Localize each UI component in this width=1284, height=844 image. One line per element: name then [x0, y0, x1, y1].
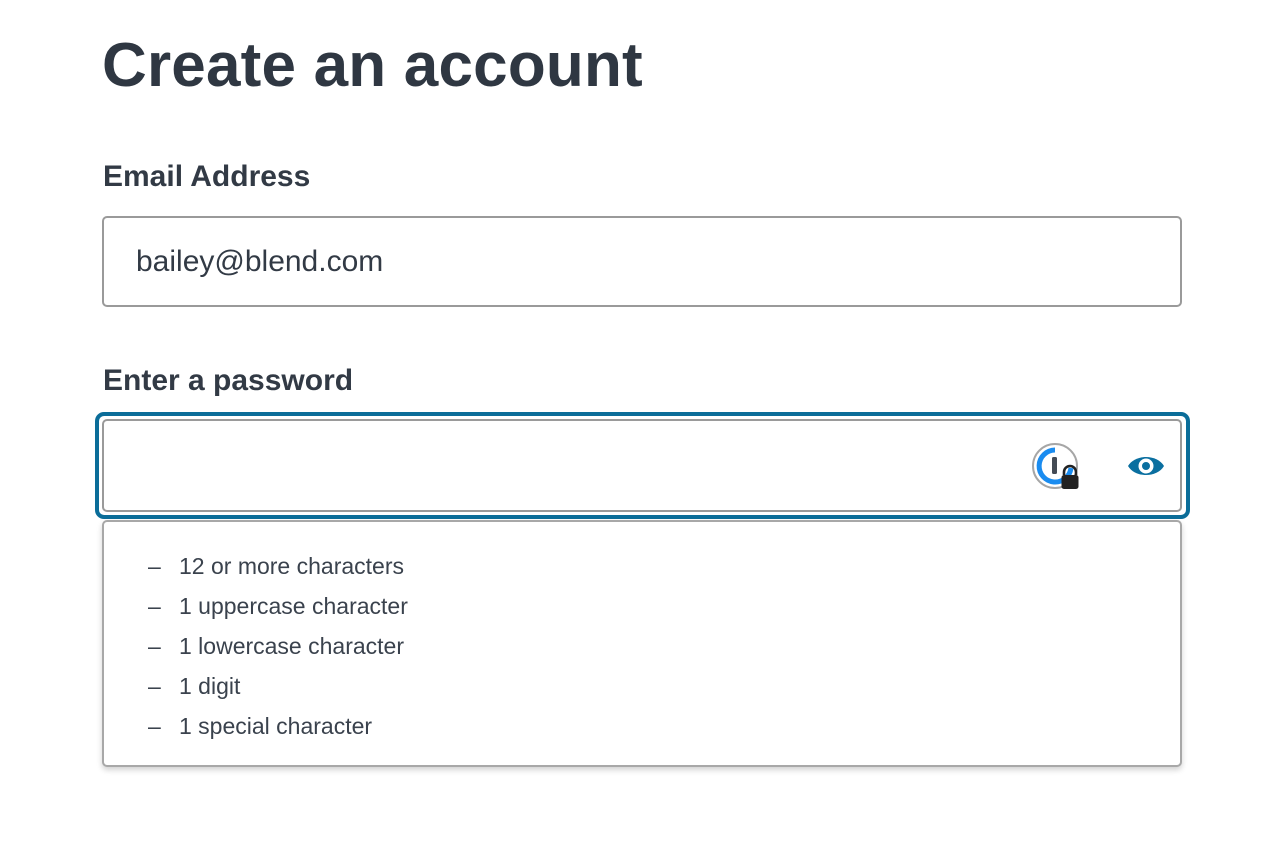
show-password-eye-icon[interactable]: [1126, 451, 1166, 481]
dash-bullet: –: [148, 673, 161, 699]
password-label: Enter a password: [103, 364, 354, 397]
dash-bullet: –: [148, 713, 161, 739]
email-field[interactable]: [102, 216, 1182, 307]
requirement-uppercase: –1 uppercase character: [148, 586, 408, 626]
requirement-special: –1 special character: [148, 706, 408, 746]
requirement-text: 1 uppercase character: [179, 593, 408, 619]
password-field[interactable]: [102, 419, 1182, 512]
requirement-length: –12 or more characters: [148, 546, 408, 586]
requirement-text: 1 digit: [179, 673, 241, 699]
password-requirements-panel: –12 or more characters –1 uppercase char…: [102, 520, 1182, 767]
email-input[interactable]: [136, 218, 1136, 305]
requirement-lowercase: –1 lowercase character: [148, 626, 408, 666]
dash-bullet: –: [148, 633, 161, 659]
dash-bullet: –: [148, 553, 161, 579]
password-manager-lock-icon[interactable]: [1030, 442, 1084, 492]
password-input[interactable]: [136, 421, 1016, 510]
page-title: Create an account: [102, 31, 643, 100]
requirement-text: 1 special character: [179, 713, 373, 739]
email-label: Email Address: [103, 160, 311, 193]
requirement-text: 1 lowercase character: [179, 633, 404, 659]
dash-bullet: –: [148, 593, 161, 619]
requirement-text: 12 or more characters: [179, 553, 404, 579]
password-requirements-list: –12 or more characters –1 uppercase char…: [148, 546, 408, 746]
requirement-digit: –1 digit: [148, 666, 408, 706]
